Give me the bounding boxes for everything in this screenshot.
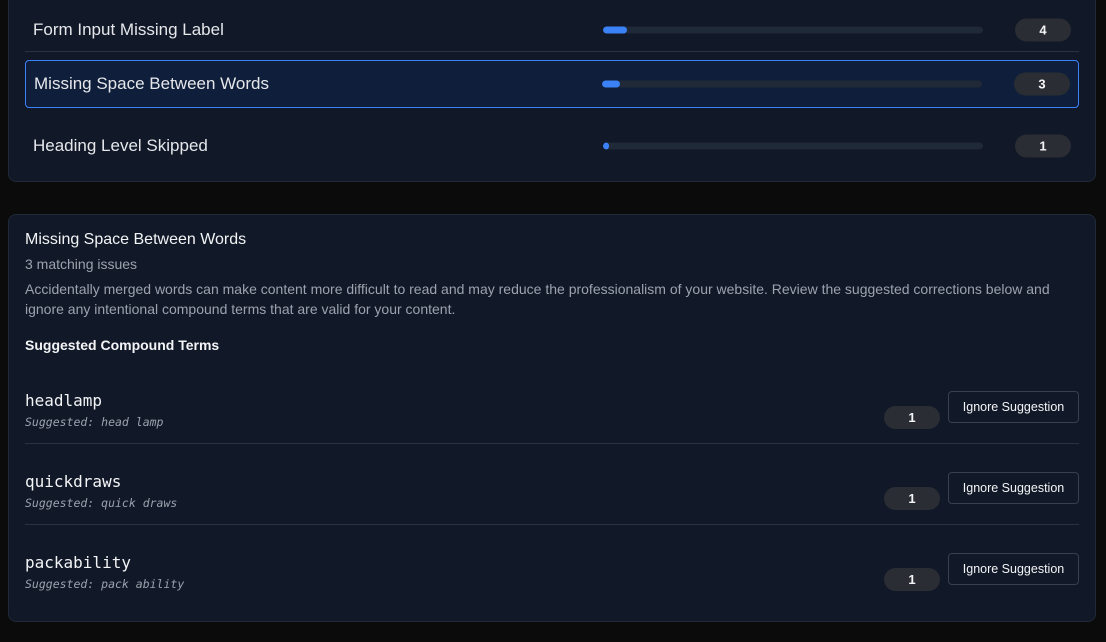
divider [25,51,1079,52]
category-row-form-input-missing-label[interactable]: Form Input Missing Label 4 [25,6,1079,54]
category-label: Heading Level Skipped [33,136,208,155]
term-word: headlamp [25,391,103,410]
term-row-quickdraws: quickdraws Suggested: quick draws 1 Igno… [25,472,1079,552]
term-count-badge: 1 [884,487,940,510]
category-count-badge: 3 [1014,72,1070,96]
term-count-badge: 1 [884,406,940,429]
term-suggestion: Suggested: quick draws [25,496,178,510]
divider [25,443,1079,444]
category-progress-bar [603,26,983,34]
term-row-packability: packability Suggested: pack ability 1 Ig… [25,553,1079,633]
ignore-suggestion-button[interactable]: Ignore Suggestion [948,553,1079,585]
term-count-badge: 1 [884,568,940,591]
divider [25,524,1079,525]
term-suggestion: Suggested: head lamp [25,415,164,429]
category-progress-fill [603,142,610,150]
category-label: Missing Space Between Words [34,74,269,93]
detail-subtitle: 3 matching issues [25,256,138,272]
ignore-suggestion-button[interactable]: Ignore Suggestion [948,391,1079,423]
category-label: Form Input Missing Label [33,20,224,39]
term-suggestion: Suggested: pack ability [25,577,185,591]
term-word: packability [25,553,131,572]
category-progress-bar [603,142,983,150]
category-progress-fill [603,26,627,34]
term-word: quickdraws [25,472,122,491]
category-progress-fill [602,80,620,88]
category-count-badge: 1 [1015,134,1071,158]
ignore-suggestion-button[interactable]: Ignore Suggestion [948,472,1079,504]
term-row-headlamp: headlamp Suggested: head lamp 1 Ignore S… [25,391,1079,471]
section-heading: Suggested Compound Terms [25,337,220,353]
category-row-heading-level-skipped[interactable]: Heading Level Skipped 1 [25,122,1079,170]
issue-detail-panel: Missing Space Between Words 3 matching i… [8,214,1096,622]
detail-title: Missing Space Between Words [25,231,247,248]
category-progress-bar [602,80,982,88]
detail-description: Accidentally merged words can make conte… [25,281,1050,317]
category-row-missing-space-between-words[interactable]: Missing Space Between Words 3 [25,60,1079,108]
category-count-badge: 4 [1015,18,1071,42]
issue-category-panel: Form Input Missing Label 4 Missing Space… [8,0,1096,182]
